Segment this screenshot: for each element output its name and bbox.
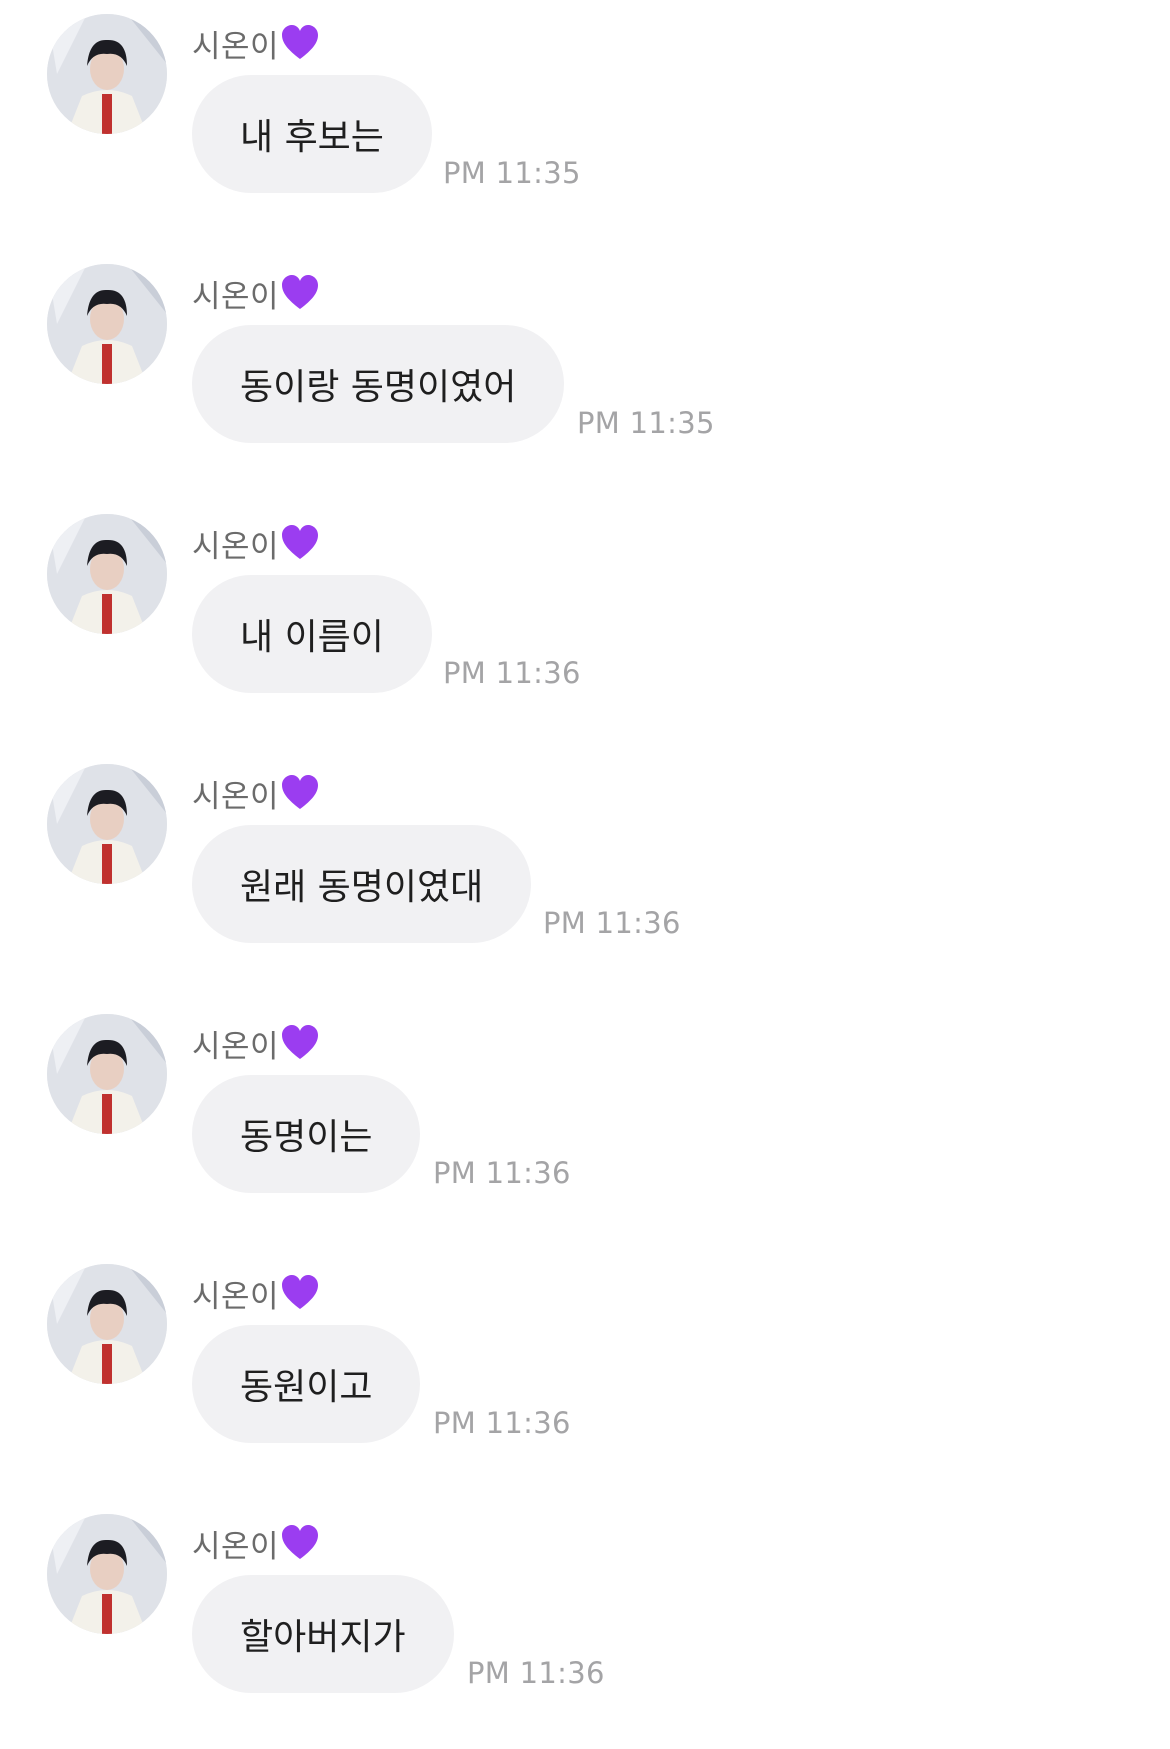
avatar[interactable] xyxy=(47,264,167,384)
message-text: 할아버지가 xyxy=(240,1617,406,1658)
message-row: 시온이 내 이름이 PM 11:36 xyxy=(0,500,1170,700)
message-row: 시온이 원래 동명이였대 PM 11:36 xyxy=(0,750,1170,950)
message-bubble[interactable]: 원래 동명이였대 xyxy=(192,825,532,943)
avatar[interactable] xyxy=(47,764,167,884)
message-text: 내 후보는 xyxy=(240,117,384,158)
sender-name: 시온이 xyxy=(192,1520,320,1566)
sender-name: 시온이 xyxy=(192,1020,320,1066)
message-timestamp: PM 11:36 xyxy=(467,1656,605,1690)
sender-name: 시온이 xyxy=(192,20,320,66)
avatar-image xyxy=(47,764,167,884)
sender-name: 시온이 xyxy=(192,770,320,816)
message-text: 내 이름이 xyxy=(240,617,384,658)
sender-name-text: 시온이 xyxy=(192,28,280,65)
sender-name-text: 시온이 xyxy=(192,778,280,815)
purple-heart-icon xyxy=(280,523,320,563)
message-bubble[interactable]: 동원이고 xyxy=(192,1325,421,1443)
avatar-image xyxy=(47,1264,167,1384)
avatar[interactable] xyxy=(47,1014,167,1134)
message-row: 시온이 동이랑 동명이였어 PM 11:35 xyxy=(0,250,1170,450)
sender-name-text: 시온이 xyxy=(192,1528,280,1565)
message-row: 시온이 동명이는 PM 11:36 xyxy=(0,1000,1170,1200)
message-timestamp: PM 11:35 xyxy=(577,406,715,440)
avatar-image xyxy=(47,264,167,384)
message-row: 시온이 할아버지가 PM 11:36 xyxy=(0,1500,1170,1700)
message-row: 시온이 내 후보는 PM 11:35 xyxy=(0,0,1170,200)
sender-name-text: 시온이 xyxy=(192,1278,280,1315)
message-timestamp: PM 11:35 xyxy=(443,156,581,190)
message-text: 원래 동명이였대 xyxy=(240,867,484,908)
purple-heart-icon xyxy=(280,1523,320,1563)
avatar-image xyxy=(47,14,167,134)
message-timestamp: PM 11:36 xyxy=(433,1406,571,1440)
chat-thread: 시온이 내 후보는 PM 11:35 시온이 동이랑 동명이였어 PM 11:3… xyxy=(0,0,1170,1749)
message-text: 동이랑 동명이였어 xyxy=(240,367,517,408)
purple-heart-icon xyxy=(280,773,320,813)
avatar[interactable] xyxy=(47,1264,167,1384)
avatar-image xyxy=(47,1014,167,1134)
message-bubble[interactable]: 동이랑 동명이였어 xyxy=(192,325,565,443)
purple-heart-icon xyxy=(280,1273,320,1313)
message-timestamp: PM 11:36 xyxy=(443,656,581,690)
sender-name-text: 시온이 xyxy=(192,528,280,565)
purple-heart-icon xyxy=(280,23,320,63)
message-text: 동명이는 xyxy=(240,1117,373,1158)
avatar-image xyxy=(47,1514,167,1634)
avatar[interactable] xyxy=(47,1514,167,1634)
sender-name: 시온이 xyxy=(192,520,320,566)
message-text: 동원이고 xyxy=(240,1367,373,1408)
avatar-image xyxy=(47,514,167,634)
message-row: 시온이 동원이고 PM 11:36 xyxy=(0,1250,1170,1450)
sender-name: 시온이 xyxy=(192,270,320,316)
message-timestamp: PM 11:36 xyxy=(543,906,681,940)
sender-name-text: 시온이 xyxy=(192,278,280,315)
message-bubble[interactable]: 할아버지가 xyxy=(192,1575,454,1693)
purple-heart-icon xyxy=(280,273,320,313)
message-timestamp: PM 11:36 xyxy=(433,1156,571,1190)
purple-heart-icon xyxy=(280,1023,320,1063)
message-bubble[interactable]: 내 이름이 xyxy=(192,575,432,693)
sender-name-text: 시온이 xyxy=(192,1028,280,1065)
message-bubble[interactable]: 내 후보는 xyxy=(192,75,432,193)
sender-name: 시온이 xyxy=(192,1270,320,1316)
avatar[interactable] xyxy=(47,14,167,134)
avatar[interactable] xyxy=(47,514,167,634)
message-bubble[interactable]: 동명이는 xyxy=(192,1075,421,1193)
